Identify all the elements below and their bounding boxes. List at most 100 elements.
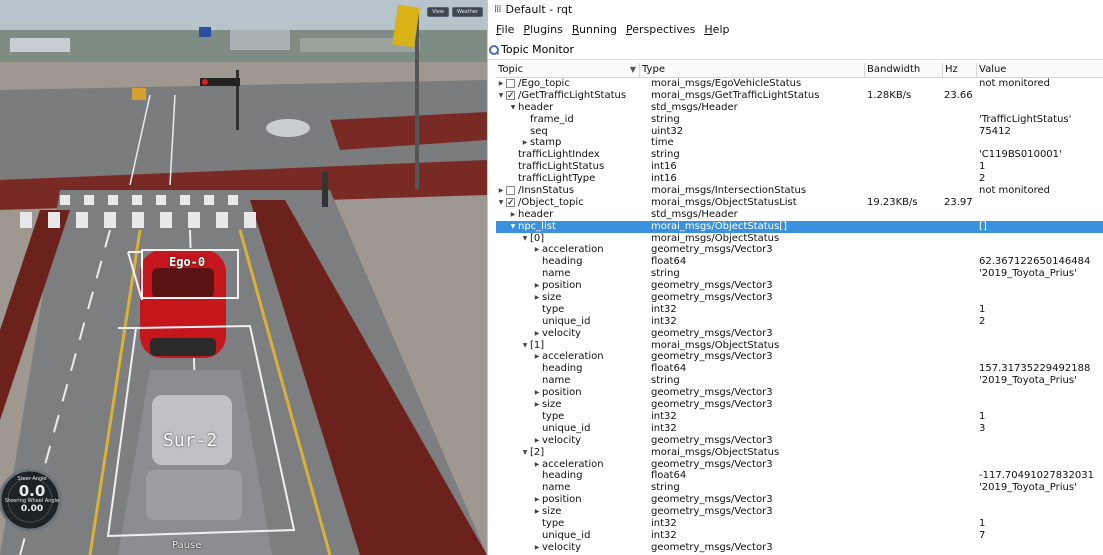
table-row[interactable]: ▶ acceleration geometry_msgs/Vector3: [496, 459, 1103, 471]
table-row[interactable]: unique_id int32 3: [496, 423, 1103, 435]
expand-arrow-icon[interactable]: ▶: [532, 280, 542, 292]
type-cell: morai_msgs/GetTrafficLightStatus: [651, 89, 820, 101]
table-row[interactable]: ▶ size geometry_msgs/Vector3: [496, 399, 1103, 411]
table-row[interactable]: ▶ /Ego_topic morai_msgs/EgoVehicleStatus no…: [496, 78, 1103, 90]
table-row[interactable]: trafficLightType int16 2: [496, 173, 1103, 185]
table-row[interactable]: trafficLightIndex string 'C119BS010001': [496, 149, 1103, 161]
table-row[interactable]: ▶ size geometry_msgs/Vector3: [496, 506, 1103, 518]
expand-arrow-icon[interactable]: ▶: [508, 209, 518, 221]
monitor-checkbox[interactable]: [506, 79, 515, 89]
table-row[interactable]: ▶ position geometry_msgs/Vector3: [496, 387, 1103, 399]
table-row[interactable]: ▶ header std_msgs/Header: [496, 209, 1103, 221]
table-row[interactable]: ▼ header std_msgs/Header: [496, 102, 1103, 114]
expand-arrow-icon[interactable]: ▶: [496, 78, 506, 90]
table-row[interactable]: ▼ ✓/Object_topic morai_msgs/ObjectStatusLi…: [496, 197, 1103, 209]
expand-arrow-icon[interactable]: ▶: [532, 244, 542, 256]
type-cell: geometry_msgs/Vector3: [651, 506, 773, 518]
weather-button[interactable]: Weather: [451, 7, 483, 17]
table-row[interactable]: seq uint32 75412: [496, 126, 1103, 138]
table-row[interactable]: ▶ velocity geometry_msgs/Vector3: [496, 328, 1103, 340]
value-cell: 7: [979, 529, 986, 541]
table-row[interactable]: ▶ velocity geometry_msgs/Vector3: [496, 435, 1103, 447]
hz-cell: [943, 173, 977, 185]
collapse-arrow-icon[interactable]: ▼: [520, 233, 530, 245]
table-row[interactable]: ▶ acceleration geometry_msgs/Vector3: [496, 244, 1103, 256]
table-row[interactable]: ▶ stamp time: [496, 137, 1103, 149]
monitor-checkbox[interactable]: ✓: [506, 91, 515, 101]
topic-name: unique_id: [542, 422, 591, 434]
table-row[interactable]: ▶ /InsnStatus morai_msgs/IntersectionStatu…: [496, 185, 1103, 197]
table-row[interactable]: ▶ acceleration geometry_msgs/Vector3: [496, 351, 1103, 363]
collapse-arrow-icon[interactable]: ▼: [520, 340, 530, 352]
table-row[interactable]: name string '2019_Toyota_Prius': [496, 482, 1103, 494]
table-row[interactable]: name string '2019_Toyota_Prius': [496, 375, 1103, 387]
pause-button[interactable]: Pause: [172, 540, 201, 551]
type-cell: float64: [651, 256, 687, 268]
column-value[interactable]: Value: [977, 63, 1103, 77]
table-row[interactable]: type int32 1: [496, 411, 1103, 423]
collapse-arrow-icon[interactable]: ▼: [496, 197, 506, 209]
value-cell: [977, 137, 1103, 149]
table-row[interactable]: ▼ [2] morai_msgs/ObjectStatus: [496, 447, 1103, 459]
table-row[interactable]: ▶ size geometry_msgs/Vector3: [496, 292, 1103, 304]
table-row[interactable]: name string '2019_Toyota_Prius': [496, 268, 1103, 280]
menu-running[interactable]: Running: [572, 23, 617, 36]
expand-arrow-icon[interactable]: ▶: [532, 351, 542, 363]
expand-arrow-icon[interactable]: ▶: [532, 494, 542, 506]
table-row[interactable]: heading float64 -117.70491027832031: [496, 470, 1103, 482]
topic-cell: ▶ /Ego_topic: [496, 78, 640, 90]
table-row[interactable]: ▼ ✓/GetTrafficLightStatus morai_msgs/GetTr…: [496, 90, 1103, 102]
table-row[interactable]: ▼ npc_list morai_msgs/ObjectStatus[] []: [496, 220, 1103, 233]
value-cell: 3: [979, 422, 986, 434]
table-row[interactable]: unique_id int32 2: [496, 316, 1103, 328]
collapse-arrow-icon[interactable]: ▼: [508, 102, 518, 114]
expand-arrow-icon[interactable]: ▶: [532, 328, 542, 340]
column-type[interactable]: Type: [640, 63, 865, 77]
table-row[interactable]: ▶ position geometry_msgs/Vector3: [496, 280, 1103, 292]
monitor-checkbox[interactable]: ✓: [506, 198, 515, 208]
expand-arrow-icon[interactable]: ▶: [520, 137, 530, 149]
simulator-view[interactable]: Ego-0 Sur-2 Pause View Weather Steer Ang…: [0, 0, 487, 555]
table-row[interactable]: ▶ velocity geometry_msgs/Vector3: [496, 542, 1103, 554]
table-row[interactable]: ▼ [0] morai_msgs/ObjectStatus: [496, 233, 1103, 245]
collapse-arrow-icon[interactable]: ▼: [520, 447, 530, 459]
topic-cell: ▶ stamp: [496, 137, 640, 149]
menu-file[interactable]: File: [496, 23, 514, 36]
expand-arrow-icon[interactable]: ▶: [532, 459, 542, 471]
collapse-arrow-icon[interactable]: ▼: [508, 221, 518, 233]
column-hz[interactable]: Hz: [943, 63, 977, 77]
collapse-arrow-icon[interactable]: ▼: [496, 90, 506, 102]
bandwidth-cell: [865, 292, 943, 304]
expand-arrow-icon[interactable]: ▶: [496, 185, 506, 197]
topic-name: heading: [542, 256, 583, 268]
table-row[interactable]: ▶ position geometry_msgs/Vector3: [496, 494, 1103, 506]
value-cell: 'TrafficLightStatus': [979, 113, 1072, 125]
table-row[interactable]: trafficLightStatus int16 1: [496, 161, 1103, 173]
expand-arrow-icon[interactable]: ▶: [532, 506, 542, 518]
topic-name: header: [518, 208, 554, 220]
expand-arrow-icon[interactable]: ▶: [532, 292, 542, 304]
table-row[interactable]: heading float64 157.31735229492188: [496, 363, 1103, 375]
expand-arrow-icon[interactable]: ▶: [532, 542, 542, 554]
expand-arrow-icon[interactable]: ▶: [532, 435, 542, 447]
monitor-checkbox[interactable]: [506, 186, 515, 196]
menu-help[interactable]: Help: [704, 23, 729, 36]
expand-arrow-icon[interactable]: ▶: [532, 399, 542, 411]
topic-table[interactable]: Topic ▼ Type Bandwidth Hz Value ▶ /Ego_to…: [496, 63, 1103, 554]
table-row[interactable]: unique_id int32 7: [496, 530, 1103, 542]
table-row[interactable]: type int32 1: [496, 518, 1103, 530]
column-bandwidth[interactable]: Bandwidth: [865, 63, 943, 77]
view-button[interactable]: View: [427, 7, 449, 17]
table-row[interactable]: heading float64 62.367122650146484: [496, 256, 1103, 268]
table-row[interactable]: ▼ [1] morai_msgs/ObjectStatus: [496, 340, 1103, 352]
type-cell: string: [651, 482, 680, 494]
menu-plugins[interactable]: Plugins: [523, 23, 562, 36]
table-row[interactable]: frame_id string 'TrafficLightStatus': [496, 114, 1103, 126]
expand-arrow-icon[interactable]: ▶: [532, 387, 542, 399]
menu-perspectives[interactable]: Perspectives: [626, 23, 695, 36]
table-row[interactable]: type int32 1: [496, 304, 1103, 316]
value-cell: 1: [979, 303, 986, 315]
bandwidth-cell: [865, 411, 943, 423]
column-topic[interactable]: Topic ▼: [496, 63, 640, 77]
type-cell: uint32: [651, 125, 684, 137]
